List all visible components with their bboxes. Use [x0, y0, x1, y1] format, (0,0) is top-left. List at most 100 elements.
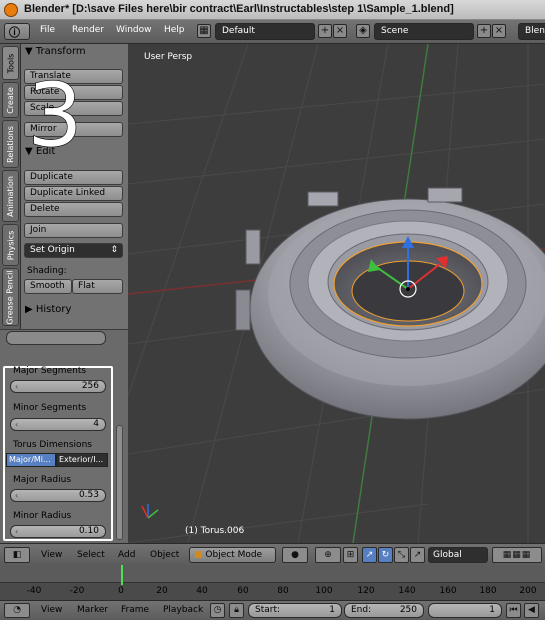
timeline-tick: 0 — [118, 586, 124, 596]
orientation-icon[interactable]: ↗ — [410, 547, 425, 563]
timeline-tick: 120 — [357, 586, 375, 596]
torus-dimensions-label: Torus Dimensions — [13, 440, 92, 450]
remove-scene-icon[interactable]: × — [492, 24, 506, 38]
menu-help[interactable]: Help — [164, 25, 185, 35]
current-frame-field[interactable]: 1 — [428, 603, 502, 618]
window-title: Blender* [D:\save Files here\bir contrac… — [24, 3, 454, 15]
menu-view[interactable]: View — [41, 550, 62, 560]
mode-select[interactable]: ■ Object Mode — [189, 547, 276, 563]
timeline-track[interactable] — [0, 565, 545, 583]
window-titlebar: Blender* [D:\save Files here\bir contrac… — [0, 0, 545, 20]
minor-segments-label: Minor Segments — [13, 403, 87, 413]
timeline-tick: 40 — [196, 586, 208, 596]
view-label: User Persp — [144, 52, 193, 62]
start-frame-field[interactable]: Start: 1 — [248, 603, 342, 618]
lock-icon[interactable]: 🔒︎ — [229, 603, 244, 618]
tool-shelf: ▼ Transform Translate Rotate Scale Mirro… — [21, 44, 128, 329]
tab-animation[interactable]: Animation — [2, 170, 19, 222]
timeline-menu-playback[interactable]: Playback — [163, 605, 203, 615]
layers-grid-icon[interactable]: ▦▦▦ — [492, 547, 542, 563]
timeline-tick: 160 — [439, 586, 457, 596]
scene-select[interactable]: Scene — [374, 23, 474, 40]
join-button[interactable]: Join — [24, 223, 123, 238]
end-frame-field[interactable]: End: 250 — [344, 603, 424, 618]
timeline-tick: 180 — [479, 586, 497, 596]
operator-redo-panel: Major Segments ‹ 256 Minor Segments ‹ 4 To… — [0, 329, 128, 543]
info-icon: ⓘ — [9, 26, 20, 39]
pivot-point-icon[interactable]: ⊕ — [315, 547, 341, 563]
editor-type-button[interactable]: ⓘ — [4, 23, 30, 40]
play-reverse-icon[interactable]: ◀ — [524, 603, 539, 618]
timeline-tick: 20 — [156, 586, 168, 596]
updown-arrows-icon: ⇕ — [110, 245, 118, 255]
menu-window[interactable]: Window — [116, 25, 152, 35]
timeline-menu-marker[interactable]: Marker — [77, 605, 108, 615]
chevron-left-icon: ‹ — [15, 527, 19, 536]
smooth-button[interactable]: Smooth — [24, 279, 72, 294]
jump-start-icon[interactable]: ⏮ — [506, 603, 521, 618]
editor-type-3d-icon[interactable]: ◧ — [4, 547, 30, 563]
menu-render[interactable]: Render — [72, 25, 104, 35]
menu-add[interactable]: Add — [118, 550, 135, 560]
manipulator-toggle-icon[interactable]: ⊞ — [343, 547, 358, 563]
orientation-select[interactable]: Global — [428, 547, 488, 563]
major-segments-field[interactable]: ‹ 256 — [10, 380, 106, 393]
translate-manipulator-icon[interactable]: ↗ — [362, 547, 377, 563]
major-minor-mode-toggle[interactable]: Major/Mi... — [6, 453, 56, 467]
minor-segments-field[interactable]: ‹ 4 — [10, 418, 106, 431]
tab-grease-pencil[interactable]: Grease Pencil — [2, 268, 19, 326]
viewport-shading-icon[interactable]: ● — [282, 547, 308, 563]
3d-viewport[interactable]: User Persp (1) Torus.006 — [128, 44, 545, 543]
add-layout-icon[interactable]: + — [318, 24, 332, 38]
panel-scrollbar[interactable] — [116, 425, 123, 540]
timeline-tick: -40 — [26, 586, 42, 596]
add-torus-operator-box: Major Segments ‹ 256 Minor Segments ‹ 4 To… — [3, 366, 113, 541]
info-header: ⓘ File Render Window Help ▦ Default + × … — [0, 20, 545, 44]
chevron-left-icon: ‹ — [15, 382, 19, 391]
segments-stub-field[interactable] — [6, 331, 106, 345]
major-radius-field[interactable]: ‹ 0.53 — [10, 489, 106, 502]
tab-physics[interactable]: Physics — [2, 224, 19, 266]
timeline-tick: 200 — [519, 586, 537, 596]
flat-button[interactable]: Flat — [72, 279, 123, 294]
gizmo-x — [141, 505, 149, 519]
remove-layout-icon[interactable]: × — [333, 24, 347, 38]
tab-create[interactable]: Create — [2, 82, 19, 118]
timeline-tick: 80 — [277, 586, 289, 596]
timeline-menu-view[interactable]: View — [41, 605, 62, 615]
menu-object[interactable]: Object — [150, 550, 179, 560]
current-frame-playhead[interactable] — [121, 565, 123, 585]
clock-icon[interactable]: ◷ — [210, 603, 225, 618]
exterior-interior-mode-toggle[interactable]: Exterior/I... — [56, 453, 108, 467]
tab-tools[interactable]: Tools — [2, 46, 19, 80]
cube-icon: ■ — [194, 550, 203, 560]
minor-radius-field[interactable]: ‹ 0.10 — [10, 525, 106, 538]
major-segments-label: Major Segments — [13, 366, 87, 376]
set-origin-dropdown[interactable]: Set Origin ⇕ — [24, 243, 123, 258]
tool-tabs: Tools Create Relations Animation Physics… — [0, 44, 21, 329]
menu-file[interactable]: File — [40, 25, 55, 35]
rotate-manipulator-icon[interactable]: ↻ — [378, 547, 393, 563]
history-panel-header[interactable]: ▶ History — [21, 304, 128, 320]
chevron-left-icon: ‹ — [15, 420, 19, 429]
duplicate-button[interactable]: Duplicate — [24, 170, 123, 185]
scale-manipulator-icon[interactable]: ⤡ — [394, 547, 409, 563]
minor-radius-label: Minor Radius — [13, 511, 72, 521]
timeline-menu-frame[interactable]: Frame — [121, 605, 149, 615]
editor-type-timeline-icon[interactable]: ◔ — [4, 603, 30, 618]
chevron-left-icon: ‹ — [15, 491, 19, 500]
tab-relations[interactable]: Relations — [2, 120, 19, 168]
layout-select[interactable]: Default — [215, 23, 315, 40]
add-scene-icon[interactable]: + — [477, 24, 491, 38]
duplicate-linked-button[interactable]: Duplicate Linked — [24, 186, 123, 201]
render-engine-select[interactable]: Blend — [518, 23, 545, 40]
major-radius-label: Major Radius — [13, 475, 72, 485]
delete-button[interactable]: Delete — [24, 202, 123, 217]
transform-panel-header[interactable]: ▼ Transform — [21, 46, 128, 62]
scene-icon[interactable]: ◈ — [356, 24, 370, 38]
screen-layout-icon[interactable]: ▦ — [197, 24, 211, 38]
timeline-editor[interactable]: -40 -20 0 20 40 60 80 100 120 140 160 18… — [0, 565, 545, 600]
blender-logo-icon — [4, 3, 18, 17]
menu-select[interactable]: Select — [77, 550, 105, 560]
viewport-scene — [128, 44, 545, 543]
